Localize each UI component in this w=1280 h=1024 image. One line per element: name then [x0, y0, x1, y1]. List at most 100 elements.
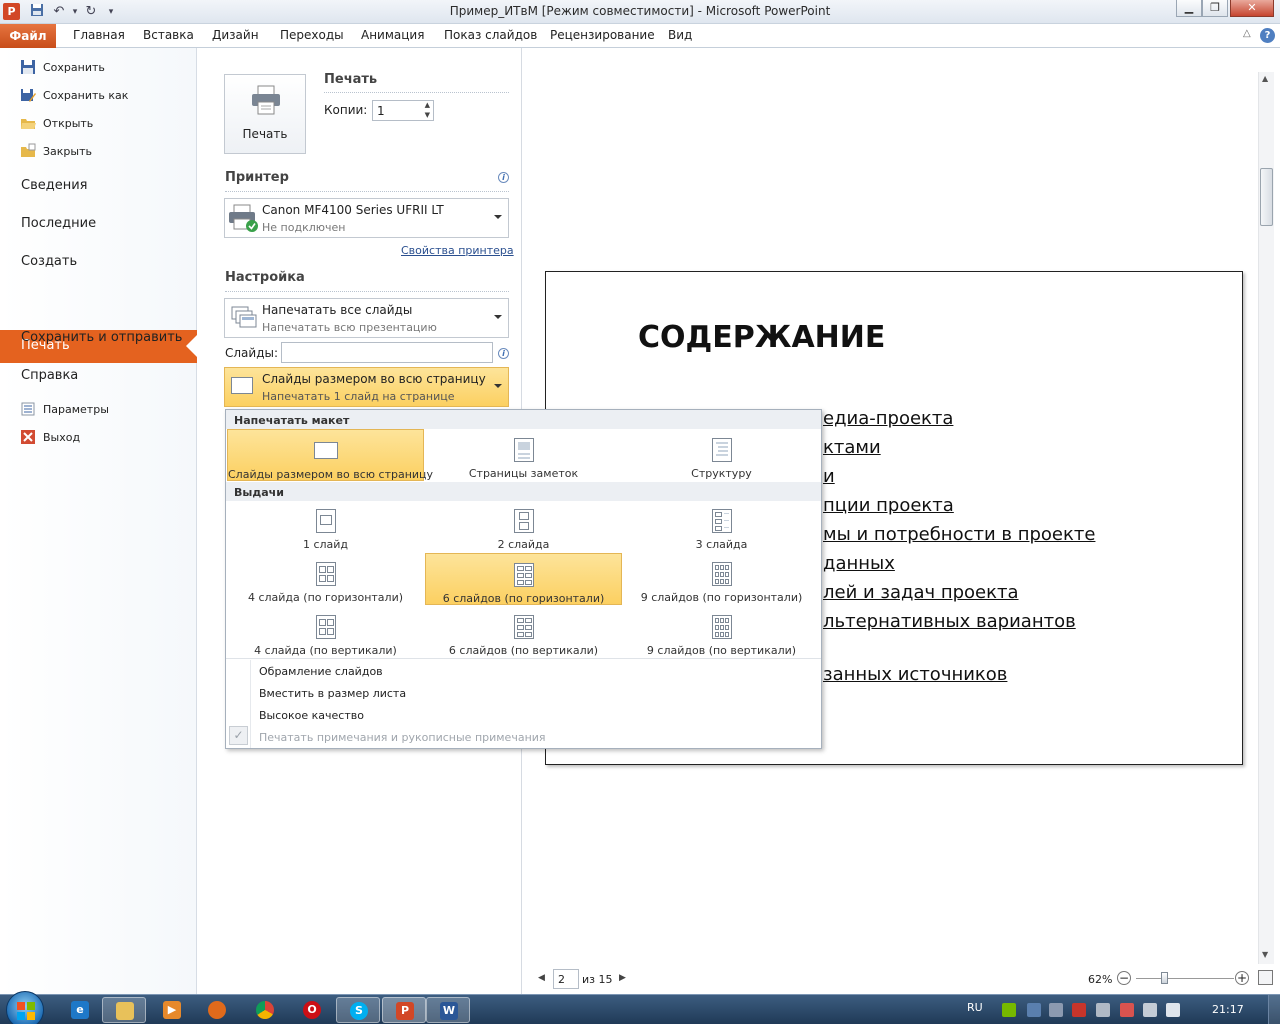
handout-option-3[interactable]: 3 слайда — [623, 500, 820, 552]
minimize-button[interactable]: ▁ — [1176, 0, 1202, 17]
slides-input[interactable] — [281, 342, 493, 363]
powerpoint-window: P ↶ ▾ ↻ ▾ Пример_ИТвМ [Режим совместимос… — [0, 0, 1280, 1024]
open-folder-icon — [21, 119, 36, 129]
taskbar-powerpoint[interactable]: P — [382, 997, 426, 1023]
handout-option-2[interactable]: 2 слайда — [425, 500, 622, 552]
close-button[interactable]: ✕ — [1230, 0, 1274, 17]
info-icon[interactable]: i — [498, 172, 509, 183]
scroll-thumb[interactable] — [1260, 168, 1273, 226]
printer-icon — [252, 85, 280, 115]
nav-create[interactable]: Создать — [21, 254, 77, 269]
tab-file[interactable]: Файл — [0, 24, 56, 48]
handout-option-4-vertical[interactable]: 4 слайда (по вертикали) — [227, 606, 424, 658]
layout-option-outline[interactable]: Структуру — [623, 429, 820, 481]
maximize-button[interactable]: ❐ — [1202, 0, 1228, 17]
printer-properties-link[interactable]: Свойства принтера — [401, 244, 514, 257]
zoom-slider-track[interactable] — [1136, 978, 1234, 979]
zoom-in-icon[interactable]: + — [1235, 971, 1249, 985]
taskbar-skype[interactable]: S — [336, 997, 380, 1023]
stepper-up-icon[interactable]: ▲ — [425, 101, 430, 109]
info-icon[interactable]: i — [498, 348, 509, 359]
taskbar-opera[interactable]: O — [290, 997, 334, 1023]
print-range-select[interactable]: Напечатать все слайды Напечатать всю пре… — [224, 298, 509, 338]
maximize-icon: ❐ — [1210, 1, 1220, 14]
keyboard-language[interactable]: RU — [967, 1001, 983, 1014]
printer-select[interactable]: Canon MF4100 Series UFRII LT Не подключе… — [224, 198, 509, 238]
slide-title: СОДЕРЖАНИЕ — [638, 320, 886, 355]
high-quality-toggle[interactable]: Высокое качество — [259, 709, 364, 722]
handout-9v-icon — [711, 615, 732, 639]
handout-option-6-vertical[interactable]: 6 слайдов (по вертикали) — [425, 606, 622, 658]
help-icon[interactable]: ? — [1260, 28, 1275, 43]
handout-option-6-horizontal[interactable]: 6 слайдов (по горизонтали) — [425, 553, 622, 605]
taskbar-explorer[interactable] — [102, 997, 146, 1023]
tab-animation[interactable]: Анимация — [361, 28, 424, 42]
page-number-input[interactable]: 2 — [553, 969, 579, 989]
fit-to-window-icon[interactable] — [1258, 970, 1273, 985]
tab-transitions[interactable]: Переходы — [280, 28, 344, 42]
taskbar-media-player[interactable]: ▶ — [150, 997, 194, 1023]
handout-option-9-horizontal[interactable]: 9 слайдов (по горизонтали) — [623, 553, 820, 605]
handout-option-9-vertical[interactable]: 9 слайдов (по вертикали) — [623, 606, 820, 658]
nvidia-icon[interactable] — [1002, 1003, 1016, 1017]
taskbar-word[interactable]: W — [426, 997, 470, 1023]
outline-page-icon — [711, 438, 732, 462]
full-page-slide-icon — [313, 442, 338, 459]
handout-option-1[interactable]: 1 слайд — [227, 500, 424, 552]
nav-save-send[interactable]: Сохранить и отправить — [21, 330, 182, 345]
scroll-up-icon[interactable]: ▲ — [1262, 74, 1268, 83]
frame-slides-toggle[interactable]: Обрамление слайдов — [259, 665, 383, 678]
tab-slideshow[interactable]: Показ слайдов — [444, 28, 537, 42]
settings-heading: Настройка — [225, 270, 305, 285]
scroll-down-icon[interactable]: ▼ — [1262, 950, 1268, 959]
nav-recent[interactable]: Последние — [21, 216, 96, 231]
ribbon-minimize-icon[interactable]: △ — [1243, 28, 1251, 39]
tab-design[interactable]: Дизайн — [212, 28, 259, 42]
layout-section-heading: Напечатать макет — [226, 410, 821, 429]
printer-heading: Принтер — [225, 170, 289, 185]
start-button[interactable] — [6, 991, 44, 1024]
taskbar-firefox[interactable] — [195, 997, 239, 1023]
preview-scrollbar[interactable]: ▲ ▼ — [1258, 72, 1274, 964]
preview-status-bar: ◀ 2 из 15 ▶ 62% − + — [522, 966, 1280, 994]
action-center-icon[interactable] — [1096, 1003, 1110, 1017]
handout-option-4-horizontal[interactable]: 4 слайда (по горизонтали) — [227, 553, 424, 605]
zoom-slider-thumb[interactable] — [1161, 972, 1168, 984]
copies-stepper[interactable]: 1 ▲ ▼ — [372, 100, 434, 121]
print-button[interactable]: Печать — [224, 74, 306, 154]
layout-option-full-page[interactable]: Слайды размером во всю страницу — [227, 429, 433, 481]
previous-page-icon[interactable]: ◀ — [538, 973, 545, 983]
nav-info[interactable]: Сведения — [21, 178, 88, 193]
tab-home[interactable]: Главная — [73, 28, 125, 42]
next-page-icon[interactable]: ▶ — [619, 973, 626, 983]
tray-device-icon[interactable] — [1143, 1003, 1157, 1017]
network-disconnected-icon[interactable] — [1120, 1003, 1134, 1017]
slide-list-item: мы и потребности в проекте — [823, 524, 1096, 545]
taskbar-chrome[interactable] — [243, 997, 287, 1023]
slide-list-item: ктами — [823, 437, 881, 458]
handout-3-icon — [711, 509, 732, 533]
fit-to-paper-toggle[interactable]: Вместить в размер листа — [259, 687, 406, 700]
slide-list-item: и — [823, 466, 835, 487]
tab-review[interactable]: Рецензирование — [550, 28, 655, 42]
zoom-level[interactable]: 62% — [1088, 973, 1112, 986]
windows-logo-icon — [17, 1002, 35, 1020]
show-desktop-button[interactable] — [1268, 995, 1280, 1024]
tray-alert-icon[interactable] — [1072, 1003, 1086, 1017]
taskbar-ie[interactable]: e — [58, 997, 102, 1023]
tray-app-icon[interactable] — [1049, 1003, 1063, 1017]
separator — [226, 658, 821, 659]
minimize-icon: ▁ — [1184, 1, 1194, 14]
stepper-down-icon[interactable]: ▼ — [425, 111, 430, 119]
network-tray-icon[interactable] — [1027, 1003, 1041, 1017]
close-icon: ✕ — [1247, 1, 1257, 14]
powerpoint-icon: P — [396, 1002, 414, 1020]
layout-option-notes[interactable]: Страницы заметок — [425, 429, 622, 481]
volume-icon[interactable] — [1166, 1003, 1180, 1017]
zoom-out-icon[interactable]: − — [1117, 971, 1131, 985]
tab-insert[interactable]: Вставка — [143, 28, 194, 42]
tab-view[interactable]: Вид — [668, 28, 692, 42]
nav-help[interactable]: Справка — [21, 368, 78, 383]
taskbar-clock[interactable]: 21:17 — [1212, 1003, 1244, 1016]
print-layout-select[interactable]: Слайды размером во всю страницу Напечата… — [224, 367, 509, 407]
